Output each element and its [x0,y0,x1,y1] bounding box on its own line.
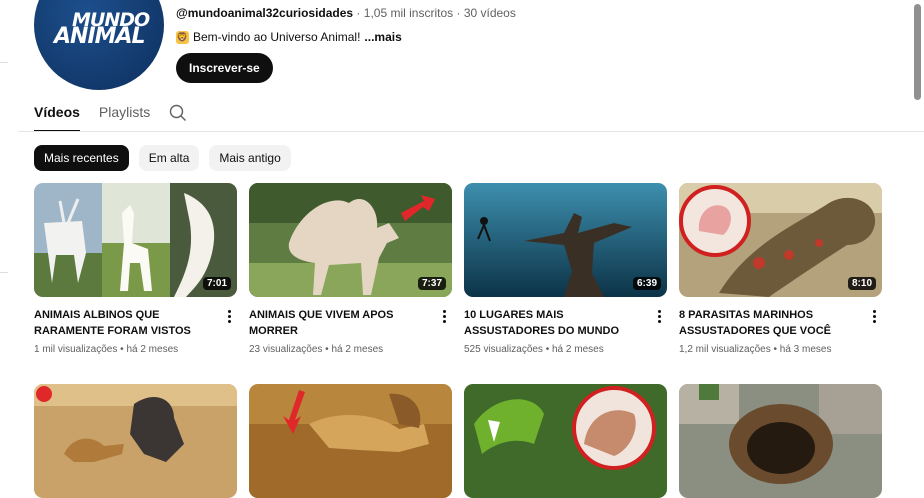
channel-meta: @mundoanimal32curiosidades · 1,05 mil in… [176,6,516,20]
chip-mais-antigo[interactable]: Mais antigo [209,145,291,171]
thumbnail-image [464,384,667,498]
thumbnail-image [34,384,237,498]
video-thumbnail[interactable]: 6:39 [464,183,667,297]
video-meta: 525 visualizações • há 2 meses [464,344,604,355]
video-card[interactable] [34,384,237,498]
video-meta: 1 mil visualizações • há 2 meses [34,344,178,355]
video-thumbnail[interactable] [249,384,452,498]
video-duration: 7:01 [202,277,231,290]
video-meta: 23 visualizações • há 2 meses [249,344,383,355]
video-thumbnail[interactable]: 8:10 [679,183,882,297]
chip-em-alta[interactable]: Em alta [138,145,200,171]
video-thumbnail[interactable] [679,384,882,498]
video-title[interactable]: 10 LUGARES MAIS ASSUSTADORES DO MUNDO [464,307,642,339]
meta-dot: • [770,344,780,355]
video-card[interactable]: 7:01 ANIMAIS ALBINOS QUE RARAMENTE FORAM… [34,183,237,355]
subscribe-button[interactable]: Inscrever-se [176,53,273,83]
video-card[interactable]: 6:39 10 LUGARES MAIS ASSUSTADORES DO MUN… [464,183,667,355]
video-age: há 2 meses [552,344,604,355]
scrollbar[interactable] [912,0,922,462]
more-vert-icon[interactable] [871,309,877,323]
video-card[interactable]: 8:10 8 PARASITAS MARINHOS ASSUSTADORES Q… [679,183,882,355]
sort-chips: Mais recentes Em alta Mais antigo [34,145,291,171]
edge-divider [0,62,8,63]
channel-avatar[interactable]: MUNDO ANIMAL [34,0,164,90]
meta-separator: · [353,6,364,20]
video-views: 23 visualizações [249,344,323,355]
meta-dot: • [542,344,552,355]
video-age: há 2 meses [126,344,179,355]
video-count: 30 vídeos [463,6,516,20]
edge-divider [0,272,8,273]
video-thumbnail[interactable] [464,384,667,498]
video-title[interactable]: ANIMAIS QUE VIVEM APOS MORRER [249,307,427,339]
more-vert-icon[interactable] [656,309,662,323]
video-duration: 8:10 [847,277,876,290]
subscriber-count: 1,05 mil inscritos [363,6,454,20]
video-card[interactable] [249,384,452,498]
tab-playlists[interactable]: Playlists [99,98,150,130]
video-thumbnail[interactable]: 7:01 [34,183,237,297]
more-vert-icon[interactable] [441,309,447,323]
video-duration: 6:39 [632,277,661,290]
chip-mais-recentes[interactable]: Mais recentes [34,145,129,171]
video-thumbnail[interactable] [34,384,237,498]
video-age: há 2 meses [331,344,384,355]
scrollbar-thumb[interactable] [914,4,921,100]
video-title[interactable]: 8 PARASITAS MARINHOS ASSUSTADORES QUE VO… [679,307,857,339]
video-card[interactable] [464,384,667,498]
thumbnail-image [679,384,882,498]
video-views: 1,2 mil visualizações [679,344,771,355]
meta-separator: · [453,6,464,20]
video-thumbnail[interactable]: 7:37 [249,183,452,297]
video-title[interactable]: ANIMAIS ALBINOS QUE RARAMENTE FORAM VIST… [34,307,212,339]
tabs-divider [18,131,924,132]
description-more-link[interactable]: ...mais [364,30,401,44]
video-card[interactable] [679,384,882,498]
channel-description[interactable]: 🦁 Bem-vindo ao Universo Animal! ...mais [176,30,402,44]
channel-handle: @mundoanimal32curiosidades [176,6,354,20]
video-card[interactable]: 7:37 ANIMAIS QUE VIVEM APOS MORRER 23 vi… [249,183,452,355]
video-age: há 3 meses [779,344,832,355]
description-text: Bem-vindo ao Universo Animal! [193,30,361,44]
video-views: 1 mil visualizações [34,344,118,355]
video-duration: 7:37 [417,277,446,290]
avatar-logo-line2: ANIMAL [54,24,146,49]
thumbnail-image [249,384,452,498]
video-views: 525 visualizações [464,344,543,355]
search-icon[interactable] [169,104,187,122]
channel-tabs: Vídeos Playlists [34,98,187,132]
video-meta: 1,2 mil visualizações • há 3 meses [679,344,831,355]
tab-videos[interactable]: Vídeos [34,98,80,132]
lion-emoji-icon: 🦁 [176,30,189,44]
more-vert-icon[interactable] [226,309,232,323]
